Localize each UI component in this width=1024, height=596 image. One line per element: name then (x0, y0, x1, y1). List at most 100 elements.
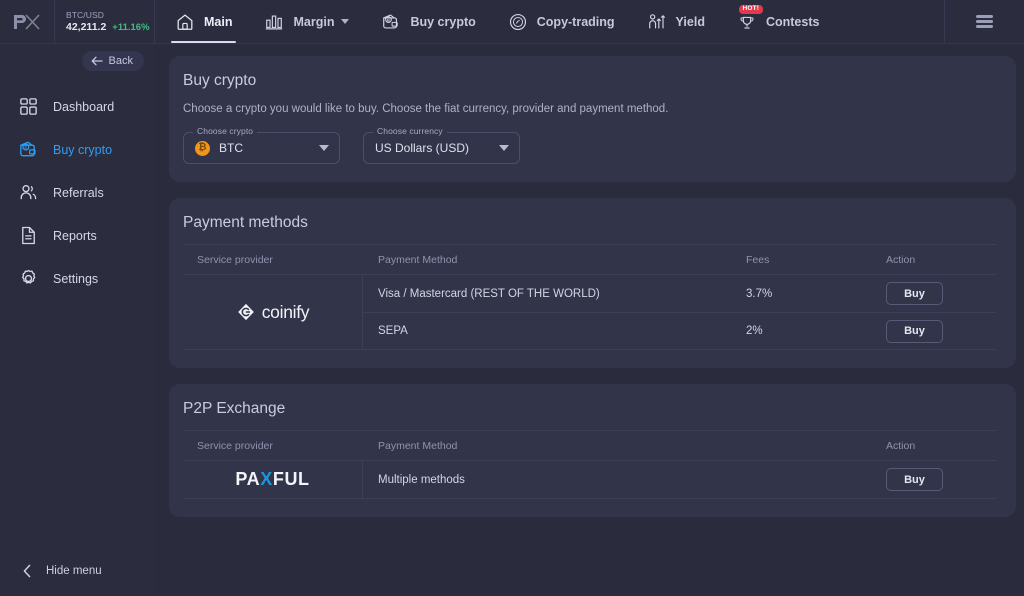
circle-chart-icon (508, 12, 528, 32)
hide-menu-button[interactable]: Hide menu (0, 564, 155, 596)
back-button-wrap: Back (0, 44, 155, 71)
provider-cell-paxful: PA X FUL (183, 461, 363, 498)
selectors-row: Choose crypto ₿ BTC Choose currency (183, 132, 996, 164)
sidebar-item-buy-crypto[interactable]: B Buy crypto (0, 128, 155, 171)
chevron-down-icon (319, 145, 329, 151)
paxful-wordmark-right: FUL (273, 469, 310, 490)
back-button[interactable]: Back (82, 51, 144, 71)
th-action: Action (886, 254, 996, 266)
provider-cell-coinify: coinify (183, 275, 363, 349)
choose-crypto-value-wrap: ₿ BTC (195, 141, 319, 156)
choose-crypto-label: Choose crypto (193, 126, 257, 136)
nav-items: Main Margin (155, 0, 944, 43)
sidebar: Back Dashboard (0, 44, 155, 596)
ticker-price: 42,211.2 (66, 21, 106, 34)
cell-payment-method: SEPA (363, 325, 746, 337)
th-payment-method: Payment Method (363, 254, 746, 266)
buy-button[interactable]: Buy (886, 320, 943, 343)
hot-badge: HOT! (739, 5, 763, 15)
buy-crypto-card: Buy crypto Choose a crypto you would lik… (169, 56, 1016, 182)
cell-action: Buy (886, 282, 996, 305)
ticker-values: 42,211.2 +11.16% (66, 21, 154, 34)
choose-crypto-select[interactable]: ₿ BTC (183, 132, 340, 164)
th-action: Action (886, 440, 996, 452)
cell-fees: 3.7% (746, 288, 886, 300)
sidebar-item-reports[interactable]: Reports (0, 214, 155, 257)
nav-item-label: Copy-trading (537, 15, 615, 29)
choose-currency-select[interactable]: US Dollars (USD) (363, 132, 520, 164)
nav-item-buy-crypto[interactable]: B Buy crypto (365, 0, 491, 43)
px-logo-icon (12, 12, 42, 32)
table-row: SEPA 2% Buy (363, 312, 996, 349)
trophy-icon: HOT! (737, 12, 757, 32)
choose-currency-label: Choose currency (373, 126, 447, 136)
main-content: Buy crypto Choose a crypto you would lik… (155, 44, 1024, 596)
payment-methods-card: Payment methods Service provider Payment… (169, 198, 1016, 368)
provider-rows: Multiple methods Buy (363, 461, 996, 498)
nav-item-copy-trading[interactable]: Copy-trading (492, 0, 631, 43)
table-header: Service provider Payment Method Action (183, 430, 996, 461)
sidebar-item-dashboard[interactable]: Dashboard (0, 85, 155, 128)
bitcoin-icon: ₿ (195, 141, 210, 156)
buy-button[interactable]: Buy (886, 468, 943, 491)
nav-item-label: Buy crypto (410, 15, 475, 29)
back-button-label: Back (109, 55, 133, 67)
p2p-exchange-title: P2P Exchange (183, 400, 996, 418)
sidebar-item-label: Settings (53, 272, 98, 286)
chevron-left-icon (22, 564, 33, 578)
document-icon (18, 225, 39, 246)
paxful-wordmark-x: X (260, 469, 273, 490)
arrow-left-icon (91, 56, 103, 66)
nav-item-yield[interactable]: Yield (631, 0, 721, 43)
table-header: Service provider Payment Method Fees Act… (183, 244, 996, 275)
chevron-down-icon (341, 19, 349, 24)
table-body: PA X FUL Multiple methods Buy (183, 461, 996, 499)
coinify-mark-icon (236, 302, 256, 322)
nav-item-contests[interactable]: HOT! Contests (721, 0, 835, 43)
paxful-wordmark-left: PA (235, 469, 260, 490)
sidebar-item-referrals[interactable]: Referrals (0, 171, 155, 214)
nav-item-label: Main (204, 15, 232, 29)
bar-chart-icon (264, 12, 284, 32)
p2p-exchange-table: Service provider Payment Method Action P… (183, 430, 996, 499)
table-body: coinify Visa / Mastercard (REST OF THE W… (183, 275, 996, 350)
sidebar-item-label: Referrals (53, 186, 104, 200)
nav-item-main[interactable]: Main (159, 0, 248, 43)
nav-item-label: Margin (293, 15, 334, 29)
body-row: Back Dashboard (0, 44, 1024, 596)
sidebar-item-label: Dashboard (53, 100, 114, 114)
choose-crypto-field: Choose crypto ₿ BTC (183, 132, 340, 164)
buy-crypto-subtitle: Choose a crypto you would like to buy. C… (183, 103, 996, 115)
th-service-provider: Service provider (183, 254, 363, 266)
buy-button[interactable]: Buy (886, 282, 943, 305)
top-navigation-bar: BTC/USD 42,211.2 +11.16% Main (0, 0, 1024, 44)
payment-methods-table: Service provider Payment Method Fees Act… (183, 244, 996, 350)
wallet-bitcoin-icon: B (381, 12, 401, 32)
th-service-provider: Service provider (183, 440, 363, 452)
hide-menu-label: Hide menu (46, 565, 102, 577)
sidebar-item-settings[interactable]: Settings (0, 257, 155, 300)
nav-item-label: Contests (766, 15, 819, 29)
sidebar-menu: Dashboard B Buy crypto (0, 85, 155, 300)
wallet-bitcoin-icon: B (18, 139, 39, 160)
choose-currency-value: US Dollars (USD) (375, 141, 499, 155)
ticker-btc-usd[interactable]: BTC/USD 42,211.2 +11.16% (55, 0, 155, 43)
coinify-wordmark: coinify (262, 302, 310, 323)
nav-item-label: Yield (676, 15, 705, 29)
nav-item-margin[interactable]: Margin (248, 0, 365, 43)
hamburger-menu-button[interactable] (944, 0, 1024, 43)
app-root: BTC/USD 42,211.2 +11.16% Main (0, 0, 1024, 596)
th-payment-method: Payment Method (363, 440, 886, 452)
gear-icon (18, 268, 39, 289)
choose-currency-field: Choose currency US Dollars (USD) (363, 132, 520, 164)
app-logo[interactable] (0, 0, 55, 43)
cell-action: Buy (886, 320, 996, 343)
provider-rows: Visa / Mastercard (REST OF THE WORLD) 3.… (363, 275, 996, 349)
sidebar-item-label: Buy crypto (53, 143, 112, 157)
svg-text:B: B (387, 17, 390, 22)
cell-payment-method: Visa / Mastercard (REST OF THE WORLD) (363, 288, 746, 300)
hamburger-menu-icon (976, 12, 993, 30)
home-icon (175, 12, 195, 32)
page-title: Buy crypto (183, 72, 996, 90)
th-fees: Fees (746, 254, 886, 266)
